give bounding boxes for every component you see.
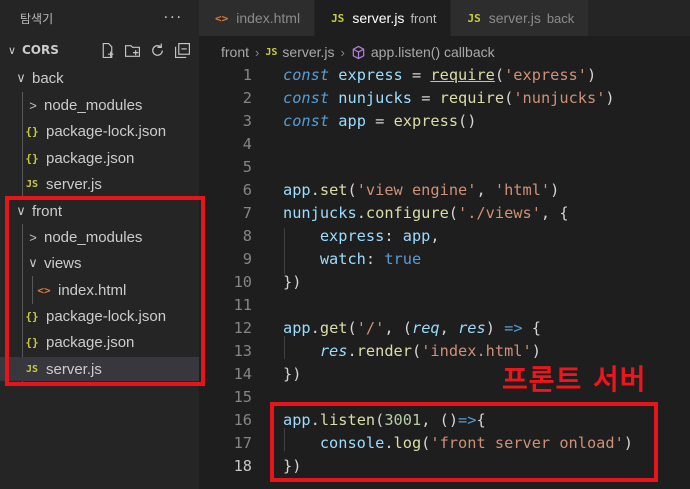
json-file-icon: {} (25, 151, 39, 165)
html-file-icon: <> (215, 11, 229, 25)
file-server-js[interactable]: JS server.js (0, 172, 199, 196)
tree-label: package.json (46, 149, 135, 167)
chevron-right-icon: > (29, 97, 37, 113)
line-number: 9 (242, 250, 252, 268)
code-line: 6 app.set('view engine', 'html') (199, 179, 690, 202)
tab-server-js-back[interactable]: JS server.js back (451, 0, 590, 36)
code-line: 10}) (199, 271, 690, 294)
explorer-actions (99, 42, 191, 59)
new-folder-icon[interactable] (124, 42, 141, 59)
chevron-right-icon: › (340, 44, 345, 60)
line-number: 14 (233, 365, 252, 383)
line-content: app.set('view engine', 'html') (283, 181, 560, 199)
new-file-icon[interactable] (99, 42, 116, 59)
chevron-down-icon: ∨ (16, 70, 26, 85)
code-line: 9 watch: true (199, 248, 690, 271)
line-number: 2 (242, 89, 252, 107)
line-number: 16 (233, 411, 252, 429)
tree-label: package-lock.json (46, 122, 167, 140)
tab-index-html[interactable]: <> index.html (199, 0, 316, 36)
breadcrumb-symbol[interactable]: app.listen() callback (371, 44, 495, 60)
line-content: }) (283, 365, 302, 383)
file-package-json[interactable]: {} package.json (0, 146, 199, 170)
chevron-right-icon: › (255, 44, 260, 60)
line-content: const nunjucks = require('nunjucks') (283, 89, 615, 107)
line-content: }) (283, 273, 302, 291)
breadcrumb-folder[interactable]: front (221, 44, 249, 60)
tree-label: back (32, 69, 64, 87)
line-number: 13 (233, 342, 252, 360)
refresh-icon[interactable] (149, 42, 166, 59)
code-line: 12 app.get('/', (req, res) => { (199, 317, 690, 340)
code-line: 5 (199, 156, 690, 179)
line-number: 3 (242, 112, 252, 130)
code-line: 2 const nunjucks = require('nunjucks') (199, 87, 690, 110)
line-content: nunjucks.configure('./views', { (283, 204, 569, 222)
explorer-header: 탐색기 ··· (0, 0, 199, 36)
line-number: 1 (242, 66, 252, 84)
js-file-icon: JS (265, 46, 278, 58)
line-number: 17 (233, 434, 252, 452)
workspace-section-header[interactable]: ∨ CORS (0, 36, 199, 64)
js-file-icon: JS (467, 11, 481, 25)
folder-back[interactable]: ∨ back (0, 66, 199, 90)
tab-label: server.js (488, 10, 541, 26)
code-line: 3 const app = express() (199, 110, 690, 133)
line-number: 8 (242, 227, 252, 245)
tab-description: back (546, 10, 575, 26)
symbol-method-icon (352, 45, 365, 59)
code-line: 4 (199, 133, 690, 156)
breadcrumb-file[interactable]: server.js (282, 44, 334, 60)
line-number: 15 (233, 388, 252, 406)
json-file-icon: {} (25, 124, 39, 138)
code-line: 8 express: app, (199, 225, 690, 248)
tree-label: node_modules (44, 96, 143, 114)
explorer-title: 탐색기 (20, 11, 54, 26)
tab-label: server.js (352, 10, 405, 26)
tab-label: index.html (236, 10, 301, 26)
line-number: 10 (233, 273, 252, 291)
line-number: 12 (233, 319, 252, 337)
line-content: const express = require('express') (283, 66, 597, 84)
line-content: express: app, (319, 227, 440, 245)
tree-label: server.js (46, 175, 102, 193)
line-content: const app = express() (283, 112, 477, 130)
breadcrumb: front › JS server.js › app.listen() call… (199, 40, 690, 64)
file-package-lock-json[interactable]: {} package-lock.json (0, 119, 199, 143)
line-content: watch: true (319, 250, 422, 268)
listen-code-highlight (270, 402, 658, 482)
workspace-title: CORS (22, 43, 59, 57)
line-number: 7 (242, 204, 252, 222)
editor-tabs: <> index.html JS server.js front JS serv… (199, 0, 690, 36)
code-line: 1 const express = require('express') (199, 64, 690, 87)
line-number: 5 (242, 158, 252, 176)
line-number: 4 (242, 135, 252, 153)
line-number: 11 (233, 296, 252, 314)
code-line: 11 (199, 294, 690, 317)
line-number-current: 18 (233, 457, 252, 475)
js-file-icon: JS (331, 11, 345, 25)
tab-description: front (410, 10, 437, 26)
line-number: 6 (242, 181, 252, 199)
annotation-label: 프론트 서버 (502, 363, 647, 396)
chevron-down-icon: ∨ (7, 43, 17, 57)
front-folder-highlight (5, 196, 205, 386)
collapse-all-icon[interactable] (174, 42, 191, 59)
tab-server-js-front[interactable]: JS server.js front (315, 0, 452, 36)
line-content: app.get('/', (req, res) => { (283, 319, 541, 337)
js-file-icon: JS (25, 178, 39, 190)
folder-node-modules[interactable]: > node_modules (0, 93, 199, 117)
more-actions-icon[interactable]: ··· (164, 10, 183, 26)
code-line: 7 nunjucks.configure('./views', { (199, 202, 690, 225)
